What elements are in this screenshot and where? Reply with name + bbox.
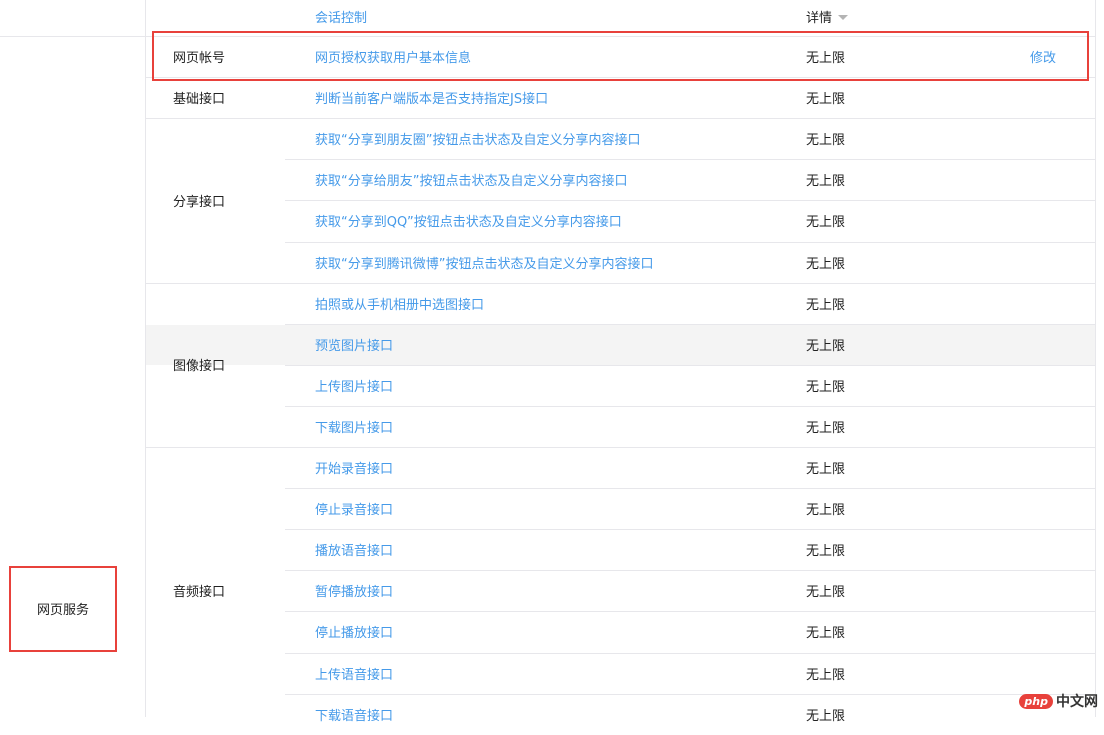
api-name-link[interactable]: 上传语音接口 <box>315 653 393 694</box>
api-limit: 无上限 <box>806 379 846 395</box>
header-api-session-control[interactable]: 会话控制 <box>315 0 367 33</box>
api-name-link[interactable]: 暂停播放接口 <box>315 570 393 611</box>
header-detail[interactable]: 详情 <box>806 0 849 33</box>
api-name-link[interactable]: 下载图片接口 <box>315 406 393 447</box>
api-limit: 无上限 <box>806 544 846 560</box>
grid-line <box>145 36 1095 37</box>
grid-line <box>145 77 1095 79</box>
api-limit: 无上限 <box>806 297 846 313</box>
api-group-label: 网页帐号 <box>173 51 226 67</box>
api-name-link[interactable]: 网页授权获取用户基本信息 <box>315 36 471 77</box>
api-name-link[interactable]: 下载语音接口 <box>315 694 393 735</box>
grid-line <box>285 570 1095 572</box>
api-name-link[interactable]: 获取“分享到朋友圈”按钮点击状态及自定义分享内容接口 <box>315 118 640 159</box>
api-limit: 无上限 <box>806 503 846 519</box>
api-name-link[interactable]: 停止播放接口 <box>315 611 393 652</box>
api-limit: 无上限 <box>806 708 846 724</box>
api-limit: 无上限 <box>806 462 846 478</box>
api-limit: 无上限 <box>806 626 846 642</box>
header-detail-label: 详情 <box>806 11 833 26</box>
grid-line <box>285 693 1095 695</box>
api-limit: 无上限 <box>806 667 846 683</box>
watermark: php 中文网 <box>1019 691 1098 711</box>
watermark-logo: php <box>1019 693 1053 709</box>
grid-line <box>285 529 1095 531</box>
highlight-box-oauth-row <box>152 31 1089 81</box>
grid-line <box>285 323 1095 325</box>
grid-line <box>145 447 1095 448</box>
api-name-link[interactable]: 预览图片接口 <box>315 324 393 365</box>
api-group-label: 图像接口 <box>173 359 226 375</box>
api-limit: 无上限 <box>806 420 846 436</box>
chevron-down-icon <box>838 15 849 20</box>
table-row-hover <box>146 324 1095 365</box>
grid-line <box>285 488 1095 490</box>
service-label-web: 网页服务 <box>36 603 89 618</box>
modify-button[interactable]: 修改 <box>1030 36 1056 77</box>
api-limit: 无上限 <box>806 215 846 231</box>
api-name-link[interactable]: 获取“分享到腾讯微博”按钮点击状态及自定义分享内容接口 <box>315 242 653 283</box>
api-name-link[interactable]: 开始录音接口 <box>315 447 393 488</box>
grid-line <box>1095 0 1096 717</box>
api-limit: 无上限 <box>806 51 846 67</box>
grid-line <box>145 282 1095 284</box>
grid-line <box>285 652 1095 654</box>
api-group-label: 基础接口 <box>173 92 226 108</box>
grid-line <box>285 364 1095 366</box>
api-limit: 无上限 <box>806 92 846 108</box>
api-limit: 无上限 <box>806 338 846 354</box>
grid-line <box>285 611 1095 613</box>
api-group-label: 音频接口 <box>173 585 226 601</box>
api-limit: 无上限 <box>806 256 846 272</box>
api-name-link[interactable]: 获取“分享到QQ”按钮点击状态及自定义分享内容接口 <box>315 200 622 241</box>
api-name-link[interactable]: 拍照或从手机相册中选图接口 <box>315 283 484 324</box>
api-limit: 无上限 <box>806 585 846 601</box>
api-group-label: 分享接口 <box>173 194 226 210</box>
grid-line <box>285 405 1095 407</box>
api-limit: 无上限 <box>806 174 846 190</box>
api-name-link[interactable]: 播放语音接口 <box>315 529 393 570</box>
grid-line <box>0 36 145 37</box>
api-name-link[interactable]: 停止录音接口 <box>315 488 393 529</box>
api-name-link[interactable]: 获取“分享给朋友”按钮点击状态及自定义分享内容接口 <box>315 159 627 200</box>
watermark-text: 中文网 <box>1056 694 1098 710</box>
api-name-link[interactable]: 判断当前客户端版本是否支持指定JS接口 <box>315 77 548 118</box>
api-limit: 无上限 <box>806 133 846 149</box>
api-name-link[interactable]: 上传图片接口 <box>315 365 393 406</box>
